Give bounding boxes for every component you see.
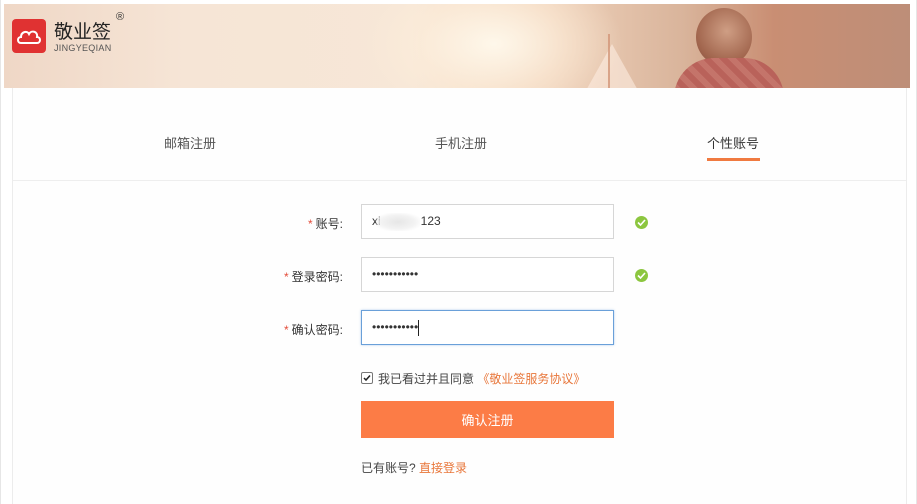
tab-custom-account[interactable]: 个性账号 bbox=[707, 133, 759, 152]
confirm-register-button[interactable]: 确认注册 bbox=[361, 401, 614, 438]
password-input[interactable]: ••••••••••• bbox=[361, 257, 614, 292]
confirm-password-label: * 确认密码: bbox=[223, 321, 343, 338]
brand-subtitle: JINGYEQIAN bbox=[54, 43, 112, 53]
banner-person-illustration bbox=[674, 4, 784, 88]
login-prompt-text: 已有账号? bbox=[361, 461, 416, 475]
tab-phone-register[interactable]: 手机注册 bbox=[435, 133, 487, 152]
direct-login-link[interactable]: 直接登录 bbox=[419, 461, 467, 475]
register-tabs: 邮箱注册 手机注册 个性账号 bbox=[13, 88, 906, 181]
account-input[interactable]: xi123 bbox=[361, 204, 614, 239]
banner-tent-pole bbox=[608, 34, 610, 88]
confirm-password-masked-value: ••••••••••• bbox=[372, 320, 419, 334]
tab-email-register[interactable]: 邮箱注册 bbox=[164, 133, 216, 152]
account-valid-check-icon bbox=[635, 216, 648, 229]
brand-logo[interactable]: 敬业签 ® JINGYEQIAN bbox=[12, 11, 125, 58]
banner-tent-illustration bbox=[584, 44, 640, 88]
account-value-end: 123 bbox=[420, 214, 441, 228]
account-redaction-blur bbox=[376, 213, 420, 231]
required-mark: * bbox=[283, 270, 289, 284]
confirm-password-input[interactable]: ••••••••••• bbox=[361, 310, 614, 345]
password-valid-check-icon bbox=[635, 269, 648, 282]
service-agreement-link[interactable]: 《敬业签服务协议》 bbox=[477, 372, 585, 386]
agreement-text: 我已看过并且同意 bbox=[378, 372, 475, 386]
confirm-password-label-text: 确认密码: bbox=[291, 323, 343, 337]
required-mark: * bbox=[283, 323, 289, 337]
header-banner: 敬业签 ® JINGYEQIAN bbox=[4, 4, 910, 88]
password-masked-value: ••••••••••• bbox=[372, 267, 419, 281]
agreement-checkbox[interactable] bbox=[361, 372, 373, 384]
register-card: 邮箱注册 手机注册 个性账号 *账号: xi123 *登录密码: •••••••… bbox=[12, 88, 907, 504]
brand-name: 敬业签 bbox=[54, 22, 112, 43]
required-mark: * bbox=[307, 217, 313, 231]
active-tab-indicator bbox=[707, 158, 760, 161]
account-label-text: 账号: bbox=[315, 217, 343, 231]
login-prompt-row: 已有账号? 直接登录 bbox=[361, 459, 467, 476]
cloud-logo-icon bbox=[12, 19, 46, 53]
registered-mark: ® bbox=[116, 11, 125, 23]
banner-person-body bbox=[674, 58, 784, 88]
password-label: * 登录密码: bbox=[223, 268, 343, 285]
account-label: * 账号: bbox=[223, 215, 343, 232]
agreement-row: 我已看过并且同意 《敬业签服务协议》 bbox=[361, 370, 585, 387]
password-label-text: 登录密码: bbox=[291, 270, 343, 284]
text-caret bbox=[418, 320, 419, 336]
